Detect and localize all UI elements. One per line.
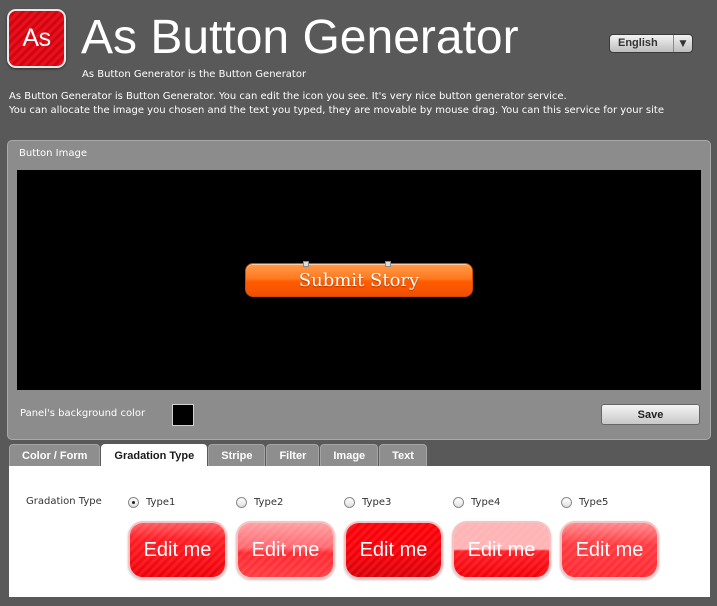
gradation-option-type2[interactable]: Type2: [236, 497, 283, 508]
sample-text: Edit me: [467, 538, 536, 561]
gradation-option-type3[interactable]: Type3: [344, 497, 391, 508]
sample-text: Edit me: [575, 538, 644, 561]
gradation-option-label: Type3: [362, 497, 392, 508]
radio-button[interactable]: [561, 497, 572, 508]
tab-gradation-type[interactable]: Gradation Type: [101, 444, 208, 467]
intro-line-2: You can allocate the image you chosen an…: [9, 105, 664, 116]
gradation-type-panel: Gradation Type Type1 Type2 Type3 Type4 T…: [9, 466, 710, 597]
preview-button-text[interactable]: Submit Story: [299, 270, 419, 291]
gradation-option-type4[interactable]: Type4: [453, 497, 500, 508]
tab-color-form[interactable]: Color / Form: [9, 444, 101, 466]
gradation-option-label: Type2: [254, 497, 284, 508]
language-select[interactable]: English ▼: [609, 34, 693, 53]
settings-tabs: Color / Form Gradation Type Stripe Filte…: [9, 444, 428, 467]
button-image-panel: Button Image Submit Story Panel's backgr…: [7, 140, 711, 440]
gradation-sample-type2[interactable]: Edit me: [236, 521, 335, 579]
page-subtitle: As Button Generator is the Button Genera…: [82, 69, 307, 80]
preview-button[interactable]: Submit Story: [245, 261, 473, 297]
radio-button[interactable]: [236, 497, 247, 508]
tab-image[interactable]: Image: [320, 444, 379, 466]
page-title: As Button Generator: [81, 11, 519, 64]
language-select-value: English: [618, 37, 658, 49]
gradation-type-label: Gradation Type: [26, 496, 102, 507]
tab-text[interactable]: Text: [379, 444, 427, 466]
background-color-swatch[interactable]: [172, 404, 194, 426]
gradation-sample-type4[interactable]: Edit me: [452, 521, 551, 579]
gradation-sample-type3[interactable]: Edit me: [344, 521, 443, 579]
gradation-option-label: Type5: [579, 497, 609, 508]
drag-handle[interactable]: [303, 261, 309, 267]
gradation-option-type5[interactable]: Type5: [561, 497, 608, 508]
gradation-option-label: Type4: [471, 497, 501, 508]
sample-text: Edit me: [143, 538, 212, 561]
app-logo: As: [7, 9, 66, 68]
chevron-down-icon: ▼: [673, 35, 692, 52]
radio-button[interactable]: [453, 497, 464, 508]
gradation-sample-type5[interactable]: Edit me: [560, 521, 659, 579]
drag-handle[interactable]: [385, 261, 391, 267]
save-button[interactable]: Save: [601, 404, 700, 425]
tab-filter[interactable]: Filter: [266, 444, 320, 466]
sample-text: Edit me: [251, 538, 320, 561]
intro-text: As Button Generator is Button Generator.…: [9, 90, 709, 118]
gradation-option-type1[interactable]: Type1: [128, 497, 175, 508]
background-color-label: Panel's background color: [20, 408, 146, 419]
gradation-option-label: Type1: [146, 497, 176, 508]
gradation-sample-type1[interactable]: Edit me: [128, 521, 227, 579]
sample-text: Edit me: [359, 538, 428, 561]
logo-text: As: [22, 24, 51, 52]
panel-title: Button Image: [19, 148, 87, 159]
radio-button-checked[interactable]: [128, 497, 139, 508]
intro-line-1: As Button Generator is Button Generator.…: [9, 91, 567, 102]
button-preview-stage: Submit Story: [17, 170, 701, 390]
radio-button[interactable]: [344, 497, 355, 508]
tab-stripe[interactable]: Stripe: [208, 444, 266, 466]
